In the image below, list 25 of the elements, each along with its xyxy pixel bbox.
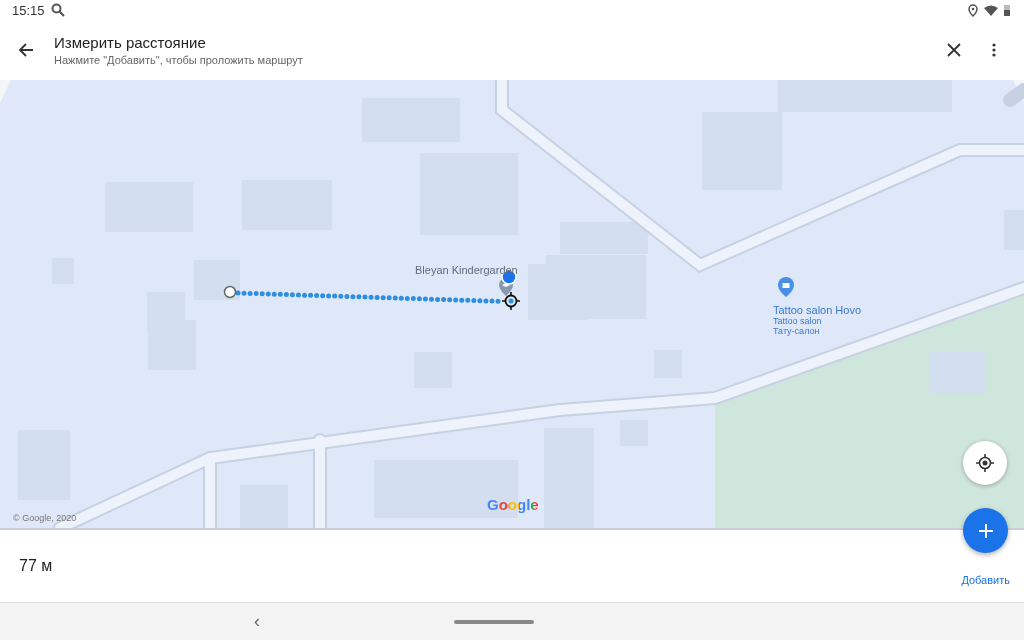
nav-back-button[interactable]: ‹ — [250, 611, 264, 632]
distance-value: 77 м — [19, 557, 53, 575]
plus-icon — [978, 523, 993, 538]
building — [240, 485, 288, 528]
header-subtitle: Нажмите "Добавить", чтобы проложить маршрут — [54, 54, 304, 66]
crosshair-icon — [502, 292, 520, 310]
location-icon — [968, 3, 978, 17]
copyright-text: © Google, 2020 — [13, 513, 77, 523]
place-label[interactable]: Tattoo salon Hovo — [773, 304, 862, 316]
header-title: Измерить расстояние — [54, 34, 207, 51]
search-icon — [50, 3, 65, 17]
more-vert-icon — [992, 43, 996, 57]
place-category: Tattoo salon — [773, 316, 823, 326]
my-location-icon — [976, 454, 994, 472]
place-category: Тату-салон — [773, 326, 821, 336]
battery-icon — [1004, 4, 1010, 16]
back-arrow-icon — [18, 42, 34, 58]
wifi-icon — [984, 4, 998, 16]
close-icon — [947, 43, 961, 57]
route-start-point[interactable] — [223, 285, 237, 299]
add-point-button[interactable]: Добавить — [961, 574, 1010, 586]
home-handle[interactable] — [454, 619, 534, 624]
place-label[interactable]: Bleyan Kindergarden — [415, 264, 518, 276]
status-time: 15:15 — [12, 2, 45, 18]
shopping-bag-pin-icon — [778, 277, 794, 297]
